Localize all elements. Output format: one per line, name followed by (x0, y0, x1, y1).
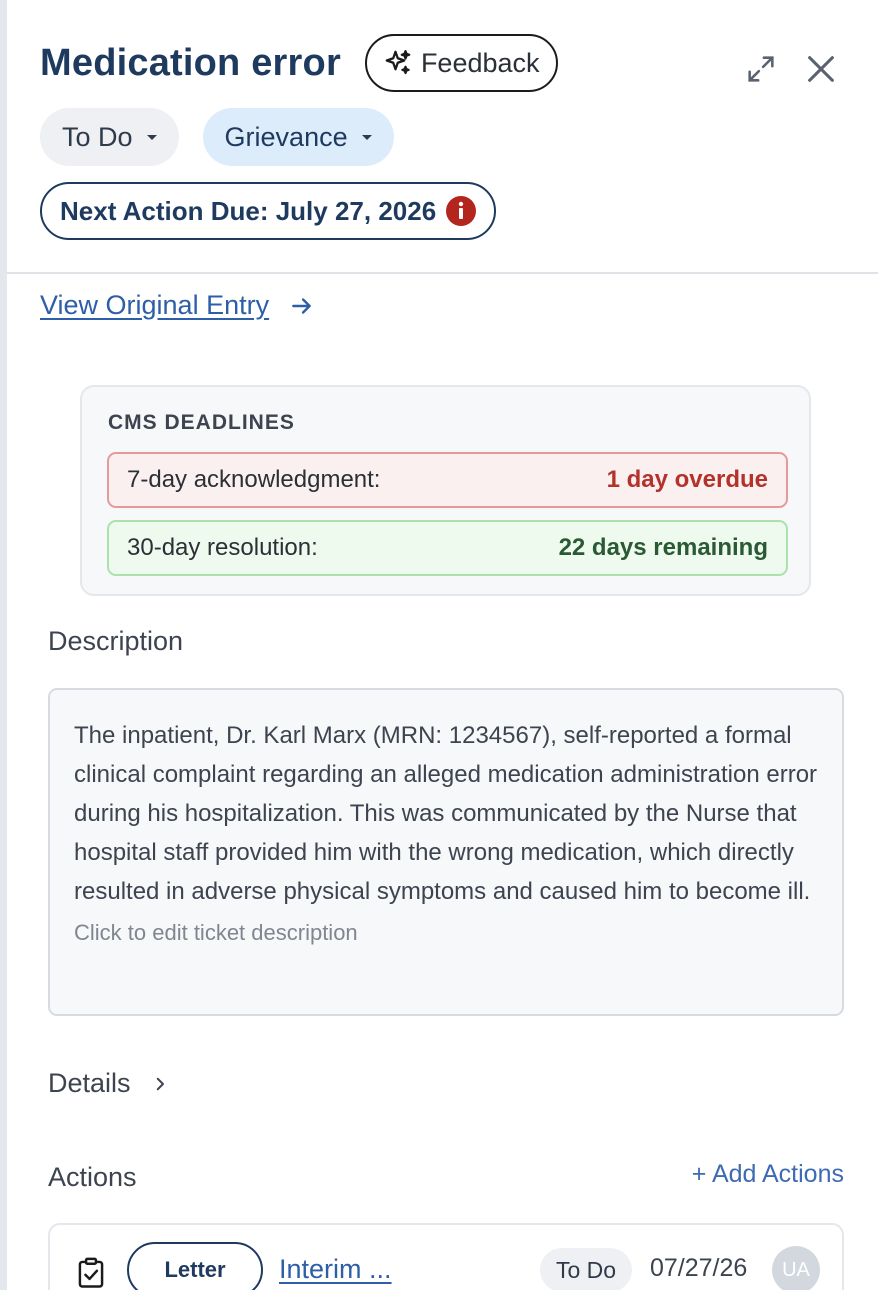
expand-icon[interactable] (744, 52, 778, 86)
status-dropdown[interactable]: To Do (40, 108, 179, 166)
clipboard-check-icon[interactable] (76, 1257, 106, 1289)
action-name-link[interactable]: Interim ... (279, 1254, 392, 1285)
chevron-right-icon (156, 1077, 164, 1090)
ticket-title: Medication error (40, 41, 341, 84)
action-row: Letter Interim ... To Do 07/27/26 UA (50, 1242, 842, 1290)
cms-deadlines-title: CMS DEADLINES (108, 411, 295, 434)
view-original-entry-label: View Original Entry (40, 290, 270, 320)
deadline-value: 1 day overdue (606, 466, 768, 493)
deadline-acknowledgment: 7-day acknowledgment: 1 day overdue (107, 452, 788, 508)
details-toggle[interactable]: Details (48, 1068, 169, 1099)
close-icon[interactable] (804, 52, 838, 86)
caret-down-icon (146, 134, 157, 140)
cms-deadlines-card: CMS DEADLINES 7-day acknowledgment: 1 da… (80, 385, 811, 596)
view-original-entry-link[interactable]: View Original Entry (40, 290, 315, 321)
caret-down-icon (361, 134, 372, 140)
type-dropdown[interactable]: Grievance (202, 108, 394, 166)
deadline-value: 22 days remaining (558, 534, 768, 561)
next-action-due-label: Next Action Due: July 27, 2026 (60, 195, 437, 226)
ticket-pills: To Do Grievance (40, 108, 838, 166)
actions-heading: Actions (48, 1162, 137, 1192)
description-hint: Click to edit ticket description (74, 920, 358, 945)
deadline-label: 7-day acknowledgment: (127, 466, 381, 493)
feedback-button[interactable]: Feedback (364, 34, 558, 92)
action-due-date: 07/27/26 (650, 1254, 748, 1282)
panel-left-border (0, 0, 7, 1290)
arrow-right-icon (292, 297, 311, 314)
type-label: Grievance (224, 121, 348, 152)
deadline-resolution: 30-day resolution: 22 days remaining (107, 520, 788, 576)
description-heading: Description (48, 626, 184, 656)
details-heading: Details (48, 1068, 131, 1098)
description-editor[interactable]: The inpatient, Dr. Karl Marx (MRN: 12345… (48, 688, 844, 1016)
status-label: To Do (62, 121, 133, 152)
sparkle-icon (385, 50, 411, 75)
assignee-avatar[interactable]: UA (772, 1246, 820, 1290)
action-item[interactable]: Letter Interim ... To Do 07/27/26 UA (48, 1223, 844, 1290)
ticket-header: Medication error Feedback To Do Grievanc… (40, 34, 838, 240)
action-status-badge[interactable]: To Do (540, 1248, 633, 1290)
description-text: The inpatient, Dr. Karl Marx (MRN: 12345… (74, 722, 818, 905)
feedback-label: Feedback (420, 47, 540, 78)
header-divider (7, 272, 878, 274)
deadline-label: 30-day resolution: (127, 534, 318, 561)
next-action-due-badge[interactable]: Next Action Due: July 27, 2026 (40, 182, 497, 240)
add-actions-link[interactable]: + Add Actions (692, 1160, 844, 1189)
title-row: Medication error Feedback (40, 34, 838, 92)
info-icon (446, 196, 477, 226)
action-type-badge: Letter (127, 1242, 263, 1290)
